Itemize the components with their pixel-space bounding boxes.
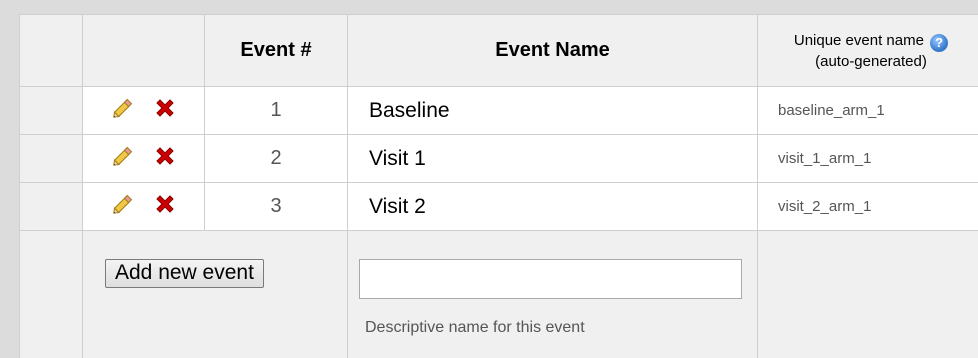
header-unique-line2: (auto-generated) xyxy=(815,52,927,70)
table-header-row: Event # Event Name Unique event name ? (… xyxy=(19,14,978,87)
unique-event-name: visit_1_arm_1 xyxy=(757,134,978,183)
new-event-name-hint: Descriptive name for this event xyxy=(365,319,585,336)
event-name: Visit 2 xyxy=(347,182,758,231)
table-row: 3 Visit 2 visit_2_arm_1 xyxy=(19,182,978,231)
row-actions xyxy=(82,134,205,183)
events-table: Event # Event Name Unique event name ? (… xyxy=(19,14,978,358)
add-row-spacer xyxy=(19,230,83,358)
row-actions xyxy=(82,86,205,135)
row-actions xyxy=(82,182,205,231)
help-icon[interactable]: ? xyxy=(930,33,949,52)
table-row: 2 Visit 1 visit_1_arm_1 xyxy=(19,134,978,183)
row-spacer xyxy=(19,86,83,135)
header-blank-2 xyxy=(82,14,205,87)
pencil-icon[interactable] xyxy=(110,96,136,125)
event-name: Baseline xyxy=(347,86,758,135)
header-unique-line1: Unique event name xyxy=(793,31,924,49)
header-blank-1 xyxy=(19,14,83,87)
new-event-name-cell: Descriptive name for this event xyxy=(347,230,758,358)
add-event-row: Add new event Descriptive name for this … xyxy=(19,230,978,358)
delete-x-icon[interactable] xyxy=(153,144,177,173)
new-event-name-input[interactable] xyxy=(359,259,742,299)
add-button-cell: Add new event xyxy=(82,230,348,358)
header-event-num: Event # xyxy=(204,14,348,87)
unique-event-name: visit_2_arm_1 xyxy=(757,182,978,231)
pencil-icon[interactable] xyxy=(110,192,136,221)
delete-x-icon[interactable] xyxy=(153,96,177,125)
unique-event-name: baseline_arm_1 xyxy=(757,86,978,135)
event-name: Visit 1 xyxy=(347,134,758,183)
events-panel: Event # Event Name Unique event name ? (… xyxy=(19,14,978,358)
event-num: 1 xyxy=(204,86,348,135)
delete-x-icon[interactable] xyxy=(153,192,177,221)
add-new-event-button[interactable]: Add new event xyxy=(105,259,264,288)
pencil-icon[interactable] xyxy=(110,144,136,173)
event-num: 2 xyxy=(204,134,348,183)
header-event-name: Event Name xyxy=(347,14,758,87)
add-row-blank xyxy=(757,230,978,358)
row-spacer xyxy=(19,182,83,231)
row-spacer xyxy=(19,134,83,183)
header-unique-name: Unique event name ? (auto-generated) xyxy=(757,14,978,87)
event-num: 3 xyxy=(204,182,348,231)
table-row: 1 Baseline baseline_arm_1 xyxy=(19,86,978,135)
